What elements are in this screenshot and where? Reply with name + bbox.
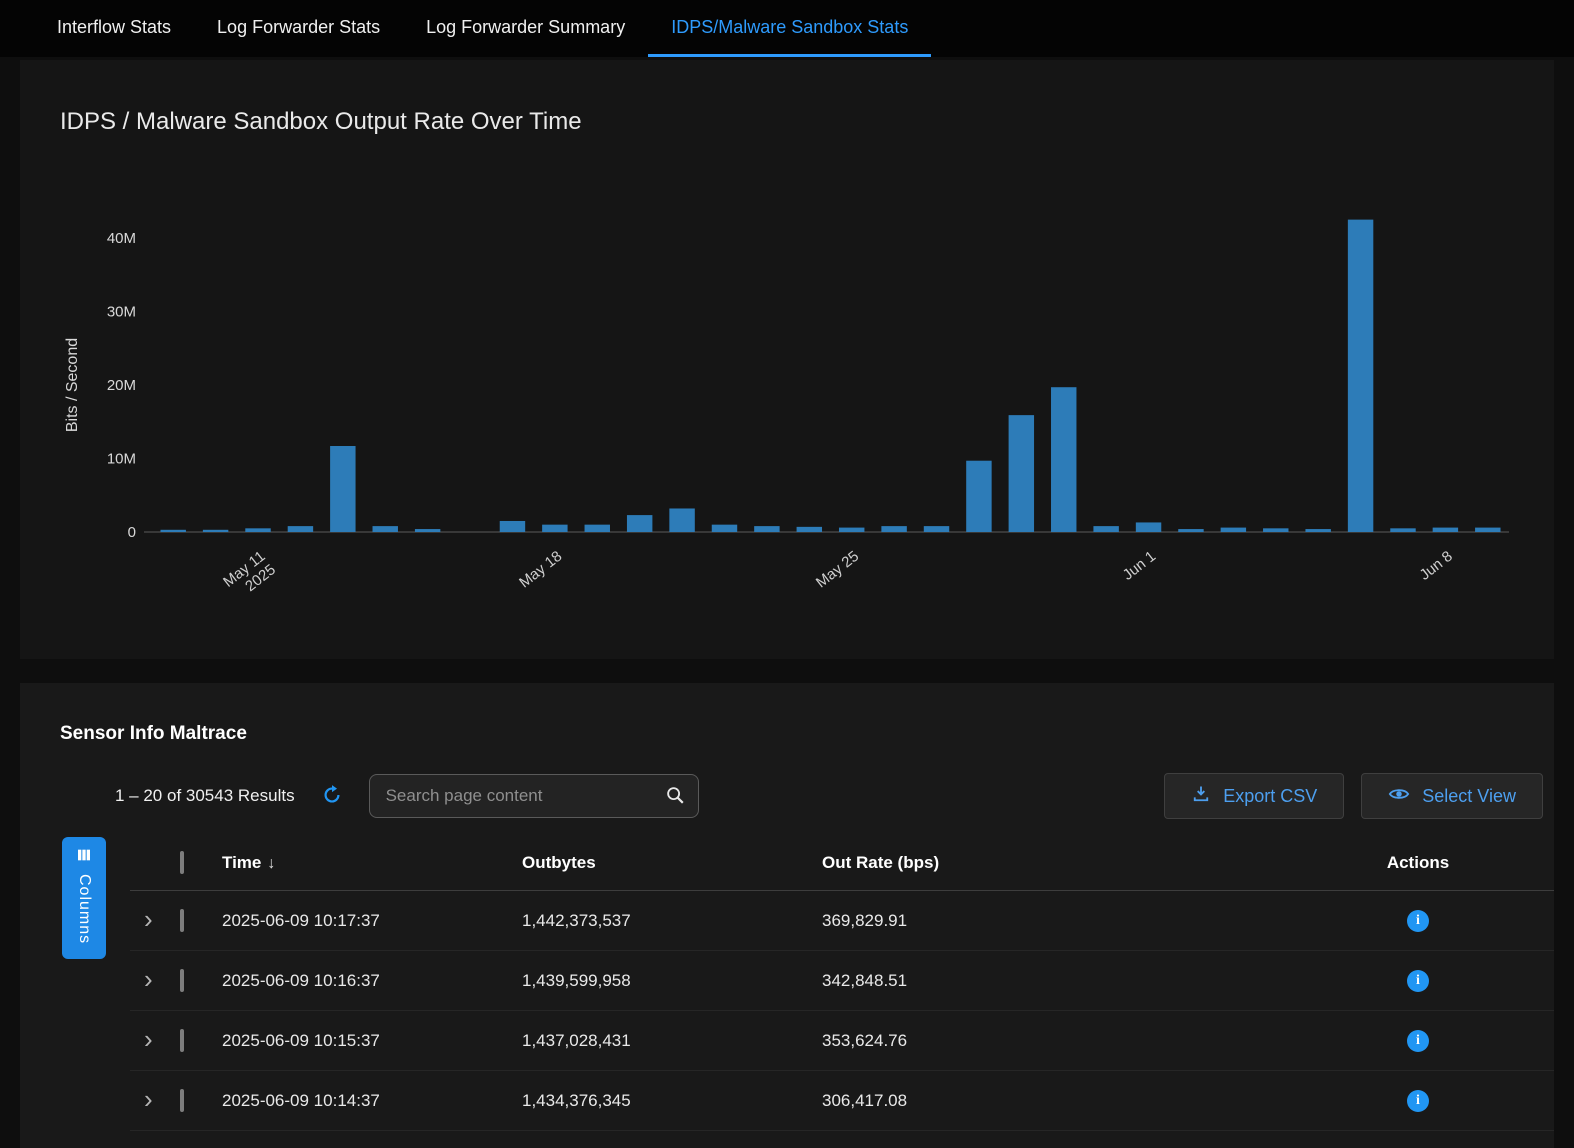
out-rate-cell: 369,829.91 (822, 911, 1282, 931)
svg-text:May 18: May 18 (516, 548, 565, 592)
info-icon[interactable]: i (1407, 1030, 1429, 1052)
row-checkbox[interactable] (180, 909, 184, 932)
tab-log-forwarder-summary[interactable]: Log Forwarder Summary (403, 0, 648, 57)
time-cell: 2025-06-09 10:14:37 (222, 1091, 522, 1111)
search-button[interactable] (664, 784, 686, 809)
svg-text:May 112025: May 112025 (220, 548, 279, 604)
row-checkbox[interactable] (180, 969, 184, 992)
export-csv-button[interactable]: Export CSV (1164, 773, 1344, 819)
tab-idps-malware-sandbox-stats[interactable]: IDPS/Malware Sandbox Stats (648, 0, 931, 57)
expand-chevron-icon[interactable]: › (130, 1029, 153, 1053)
refresh-button[interactable] (321, 784, 343, 809)
search-icon (664, 784, 686, 809)
svg-text:20M: 20M (107, 377, 136, 394)
eye-icon (1388, 783, 1410, 810)
select-all-checkbox[interactable] (180, 851, 184, 874)
column-header-out-rate[interactable]: Out Rate (bps) (822, 853, 1282, 873)
output-rate-chart: Bits / Second 0 10M 20M 30M 40M May 112025 May … (47, 202, 1527, 652)
expand-chevron-icon[interactable]: › (130, 909, 153, 933)
sensor-data-table: Time ↓ Outbytes Out Rate (bps) Actions › … (130, 835, 1554, 1131)
table-header-row: Time ↓ Outbytes Out Rate (bps) Actions (130, 835, 1554, 891)
info-icon[interactable]: i (1407, 1090, 1429, 1112)
svg-text:40M: 40M (107, 230, 136, 247)
time-header-label: Time (222, 853, 261, 872)
outbytes-cell: 1,434,376,345 (522, 1091, 822, 1111)
outbytes-cell: 1,442,373,537 (522, 911, 822, 931)
search-input-wrapper (369, 774, 699, 818)
svg-text:Jun 8: Jun 8 (1416, 548, 1455, 584)
expand-chevron-icon[interactable]: › (130, 969, 153, 993)
svg-text:Bits / Second: Bits / Second (64, 338, 81, 432)
table-row: › 2025-06-09 10:15:37 1,437,028,431 353,… (130, 1011, 1554, 1071)
time-cell: 2025-06-09 10:16:37 (222, 971, 522, 991)
results-count: 1 – 20 of 30543 Results (115, 786, 295, 806)
columns-grid-icon (76, 847, 92, 866)
download-icon (1191, 784, 1211, 809)
row-checkbox[interactable] (180, 1089, 184, 1112)
top-tab-bar: Interflow Stats Log Forwarder Stats Log … (0, 0, 1574, 57)
time-cell: 2025-06-09 10:15:37 (222, 1031, 522, 1051)
svg-text:30M: 30M (107, 304, 136, 321)
info-icon[interactable]: i (1407, 910, 1429, 932)
row-checkbox[interactable] (180, 1029, 184, 1052)
table-row: › 2025-06-09 10:16:37 1,439,599,958 342,… (130, 951, 1554, 1011)
column-header-outbytes[interactable]: Outbytes (522, 853, 822, 873)
expand-chevron-icon[interactable]: › (130, 1089, 153, 1113)
outbytes-cell: 1,439,599,958 (522, 971, 822, 991)
refresh-icon (321, 784, 343, 809)
sensor-info-panel: Sensor Info Maltrace 1 – 20 of 30543 Res… (20, 683, 1554, 1148)
select-view-label: Select View (1422, 786, 1516, 807)
tab-interflow-stats[interactable]: Interflow Stats (34, 0, 194, 57)
columns-button-label: Columns (75, 874, 93, 944)
table-row: › 2025-06-09 10:14:37 1,434,376,345 306,… (130, 1071, 1554, 1131)
tab-log-forwarder-stats[interactable]: Log Forwarder Stats (194, 0, 403, 57)
sort-descending-icon: ↓ (267, 855, 275, 872)
export-csv-label: Export CSV (1223, 786, 1317, 807)
svg-text:10M: 10M (107, 451, 136, 468)
out-rate-cell: 306,417.08 (822, 1091, 1282, 1111)
section-heading: Sensor Info Maltrace (20, 683, 1554, 745)
time-cell: 2025-06-09 10:17:37 (222, 911, 522, 931)
search-input[interactable] (386, 786, 664, 806)
column-header-time[interactable]: Time ↓ (222, 853, 522, 873)
info-icon[interactable]: i (1407, 970, 1429, 992)
svg-text:Jun 1: Jun 1 (1120, 548, 1159, 584)
svg-text:May 25: May 25 (813, 548, 862, 592)
column-header-actions: Actions (1282, 853, 1554, 873)
chart-panel: IDPS / Malware Sandbox Output Rate Over … (20, 60, 1554, 659)
table-row: › 2025-06-09 10:17:37 1,442,373,537 369,… (130, 891, 1554, 951)
table-controls: 1 – 20 of 30543 Results (115, 773, 1543, 819)
select-view-button[interactable]: Select View (1361, 773, 1543, 819)
out-rate-cell: 342,848.51 (822, 971, 1282, 991)
out-rate-cell: 353,624.76 (822, 1031, 1282, 1051)
chart-title: IDPS / Malware Sandbox Output Rate Over … (20, 60, 1554, 136)
columns-button[interactable]: Columns (62, 837, 106, 959)
svg-text:0: 0 (128, 524, 136, 541)
outbytes-cell: 1,437,028,431 (522, 1031, 822, 1051)
